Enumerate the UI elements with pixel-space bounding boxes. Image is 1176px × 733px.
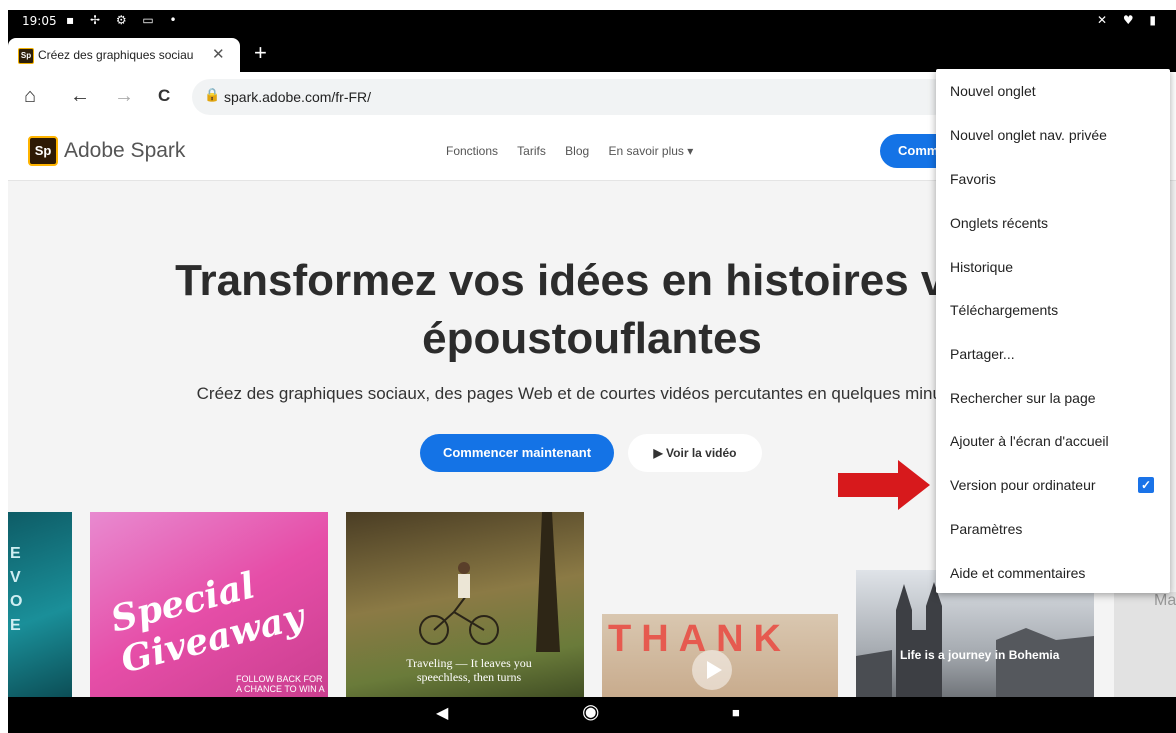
status-bar: 19:05 ▪ ✢ ⚙ ▭ • ✕ ♥ ▮	[8, 10, 1176, 34]
new-tab-button[interactable]: +	[254, 40, 267, 66]
menu-item-desktop-site[interactable]: Version pour ordinateur	[950, 475, 1096, 495]
menu-item-settings[interactable]: Paramètres	[950, 519, 1022, 539]
card-caption: Life is a journey in Bohemia	[900, 648, 1060, 662]
lock-icon: 🔒	[204, 87, 221, 102]
card-text: Ma	[1154, 592, 1176, 609]
showcase-card-thank[interactable]: THANK	[602, 614, 838, 697]
desktop-site-checkbox[interactable]: ✓	[1138, 477, 1154, 493]
brand-name[interactable]: Adobe Spark	[64, 139, 185, 163]
red-arrow-icon	[838, 460, 930, 510]
clock: 19:05	[22, 14, 57, 28]
notification-icons: ▪ ✢ ⚙ ▭ •	[66, 13, 183, 27]
menu-item-recent-tabs[interactable]: Onglets récents	[950, 213, 1048, 233]
site-nav: Fonctions Tarifs Blog En savoir plus ▾	[446, 144, 709, 158]
menu-item-find-in-page[interactable]: Rechercher sur la page	[950, 388, 1096, 408]
showcase-card-teal[interactable]: E V O E	[8, 512, 72, 697]
adobe-spark-logo-icon[interactable]: Sp	[28, 136, 58, 166]
menu-item-new-tab[interactable]: Nouvel onglet	[950, 81, 1036, 101]
nav-home-icon[interactable]: ◉	[582, 699, 599, 724]
tab-strip: Sp Créez des graphiques sociau ✕ +	[8, 34, 1176, 72]
menu-item-help-feedback[interactable]: Aide et commentaires	[950, 563, 1085, 583]
card-fine-print: FOLLOW BACK FOR A CHANCE TO WIN A	[236, 674, 325, 694]
nav-link-tarifs[interactable]: Tarifs	[517, 144, 546, 158]
showcase-card-special-giveaway[interactable]: Special Giveaway FOLLOW BACK FOR A CHANC…	[90, 512, 328, 697]
forward-arrow-icon[interactable]: →	[114, 84, 134, 108]
menu-item-bookmarks[interactable]: Favoris	[950, 169, 996, 189]
nav-back-icon[interactable]: ◀	[436, 703, 448, 723]
nav-link-fonctions[interactable]: Fonctions	[446, 144, 498, 158]
system-icons: ✕ ♥ ▮	[1096, 13, 1162, 27]
watch-video-button[interactable]: ▶ Voir la vidéo	[628, 434, 762, 472]
close-tab-icon[interactable]: ✕	[212, 45, 225, 63]
play-icon[interactable]	[692, 650, 732, 690]
start-now-button[interactable]: Commencer maintenant	[420, 434, 614, 472]
menu-item-incognito-tab[interactable]: Nouvel onglet nav. privée	[950, 125, 1107, 145]
menu-item-history[interactable]: Historique	[950, 257, 1013, 277]
card-text: E V O E	[10, 545, 23, 634]
card-title: Special Giveaway	[106, 564, 309, 682]
card-quote: Traveling — It leaves you speechless, th…	[406, 656, 532, 684]
showcase-card-partial[interactable]: Ma	[1114, 592, 1176, 697]
menu-item-share[interactable]: Partager...	[950, 344, 1015, 364]
android-nav-bar: ◀ ◉ ■	[8, 697, 1176, 733]
adobe-spark-favicon-icon: Sp	[18, 48, 34, 64]
home-icon[interactable]: ⌂	[24, 84, 36, 108]
nav-link-blog[interactable]: Blog	[565, 144, 589, 158]
nav-link-en-savoir-plus[interactable]: En savoir plus ▾	[609, 144, 694, 158]
address-bar[interactable]: 🔒 spark.adobe.com/fr-FR/	[192, 79, 952, 115]
browser-tab[interactable]: Sp Créez des graphiques sociau ✕	[8, 38, 240, 72]
url-text[interactable]: spark.adobe.com/fr-FR/	[224, 89, 371, 105]
reload-icon[interactable]: C	[158, 84, 170, 108]
tab-title: Créez des graphiques sociau	[38, 48, 194, 62]
back-arrow-icon[interactable]: ←	[70, 84, 90, 108]
menu-item-add-to-home[interactable]: Ajouter à l'écran d'accueil	[950, 431, 1109, 451]
browser-overflow-menu: Nouvel onglet Nouvel onglet nav. privée …	[936, 69, 1170, 593]
menu-item-downloads[interactable]: Téléchargements	[950, 300, 1058, 320]
showcase-card-traveling[interactable]: Traveling — It leaves you speechless, th…	[346, 512, 584, 697]
nav-recents-icon[interactable]: ■	[732, 705, 740, 720]
